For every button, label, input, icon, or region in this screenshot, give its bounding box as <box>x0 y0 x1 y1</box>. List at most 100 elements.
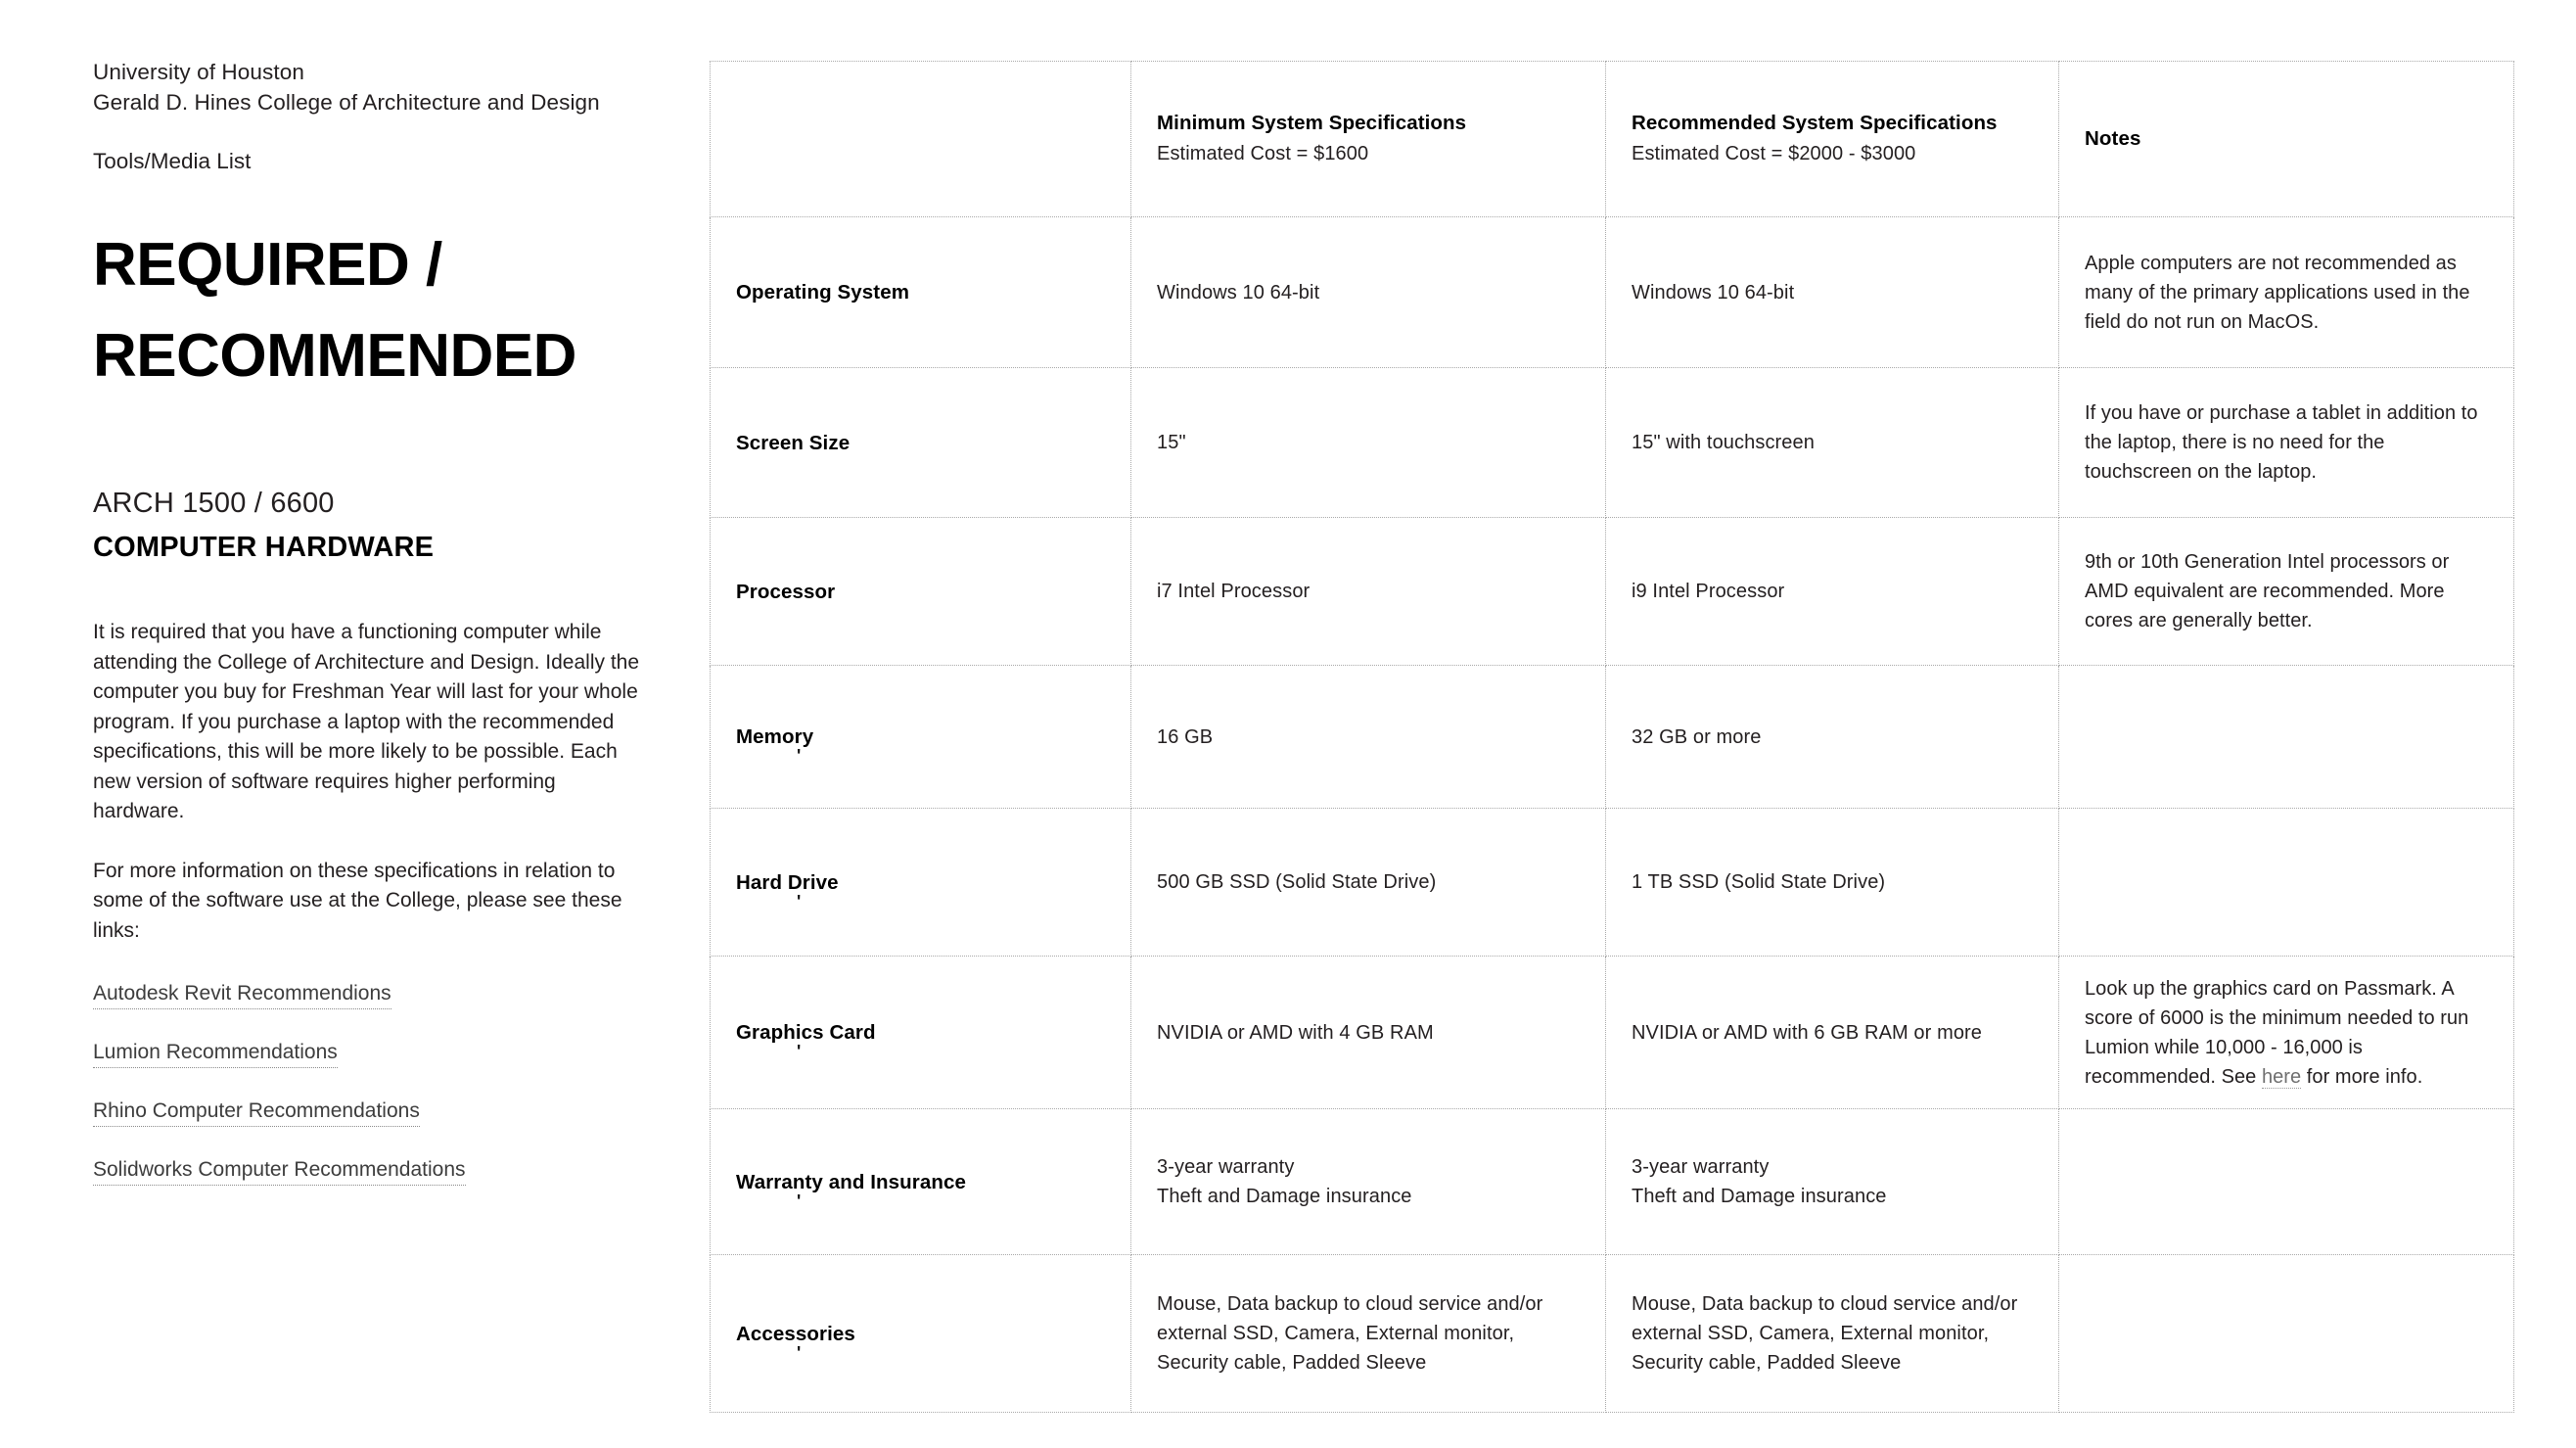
cell-notes-screen-size: If you have or purchase a tablet in addi… <box>2058 367 2514 518</box>
cell-minimum-graphics-card: NVIDIA or AMD with 4 GB RAM <box>1130 956 1606 1109</box>
page-title-line-1: REQUIRED / <box>93 231 442 299</box>
cell-value: Windows 10 64-bit <box>1157 281 1320 304</box>
note-text-after-link: for more info. <box>2301 1065 2423 1088</box>
header-recommended-cost: Estimated Cost = $2000 - $3000 <box>1632 143 1916 164</box>
cell-value: i7 Intel Processor <box>1157 581 1311 602</box>
cell-minimum-warranty-and-insurance: 3-year warranty Theft and Damage insuran… <box>1130 1108 1606 1255</box>
row-label-text: Hard Drive <box>736 870 839 894</box>
link-lumion-recommendations[interactable]: Lumion Recommendations <box>93 1038 338 1068</box>
cell-value: 3-year warranty Theft and Damage insuran… <box>1157 1156 1412 1207</box>
row-label-artifact: ' <box>797 891 802 911</box>
row-label-artifact: ' <box>797 746 802 766</box>
cell-notes-operating-system: Apple computers are not recommended as m… <box>2058 216 2514 368</box>
cell-recommended-hard-drive: 1 TB SSD (Solid State Drive) <box>1605 808 2059 957</box>
cell-value: 15" <box>1157 432 1186 453</box>
table-row: Graphics Card ' NVIDIA or AMD with 4 GB R… <box>710 956 2514 1109</box>
cell-note: If you have or purchase a tablet in addi… <box>2085 402 2478 483</box>
cell-notes-memory <box>2058 665 2514 809</box>
row-label-cell-graphics-card: Graphics Card ' <box>710 956 1131 1109</box>
cell-value: 1 TB SSD (Solid State Drive) <box>1632 871 1886 893</box>
row-label-text: Operating System <box>736 281 910 304</box>
cell-minimum-hard-drive: 500 GB SSD (Solid State Drive) <box>1130 808 1606 957</box>
row-label-cell-accessories: Accessories ' <box>710 1254 1131 1413</box>
cell-notes-processor: 9th or 10th Generation Intel processors … <box>2058 517 2514 666</box>
cell-value: 16 GB <box>1157 725 1214 748</box>
cell-recommended-processor: i9 Intel Processor <box>1605 517 2059 666</box>
tools-media-list-label: Tools/Media List <box>93 149 252 173</box>
cell-value: Windows 10 64-bit <box>1632 281 1795 304</box>
cell-recommended-warranty-and-insurance: 3-year warranty Theft and Damage insuran… <box>1605 1108 2059 1255</box>
row-label-cell-warranty-and-insurance: Warranty and Insurance ' <box>710 1108 1131 1255</box>
intro-paragraph: It is required that you have a functioni… <box>93 621 640 822</box>
cell-value: 15" with touchscreen <box>1632 432 1815 453</box>
row-label-cell-processor: Processor <box>710 517 1131 666</box>
cell-value: 3-year warranty Theft and Damage insuran… <box>1632 1156 1887 1207</box>
specifications-table: Minimum System Specifications Estimated … <box>710 61 2514 1413</box>
link-passmark-here[interactable]: here <box>2261 1065 2302 1089</box>
row-label-cell-screen-size: Screen Size <box>710 367 1131 518</box>
links-intro-paragraph: For more information on these specificat… <box>93 859 622 942</box>
header-minimum-cost: Estimated Cost = $1600 <box>1157 143 1369 164</box>
row-label-artifact: ' <box>797 1342 802 1363</box>
cell-value: 32 GB or more <box>1632 725 1762 748</box>
cell-notes-hard-drive <box>2058 808 2514 957</box>
cell-recommended-memory: 32 GB or more <box>1605 665 2059 809</box>
header-recommended-title: Recommended System Specifications <box>1632 112 1998 134</box>
row-label-text: Screen Size <box>736 431 851 454</box>
organization-line-1: University of Houston <box>93 60 304 84</box>
row-label-text: Graphics Card <box>736 1021 876 1044</box>
page-title: REQUIRED / RECOMMENDED <box>93 219 661 401</box>
cell-recommended-operating-system: Windows 10 64-bit <box>1605 216 2059 368</box>
course-name: COMPUTER HARDWARE <box>93 532 435 563</box>
header-notes-title: Notes <box>2085 127 2141 150</box>
cell-notes-graphics-card: Look up the graphics card on Passmark. A… <box>2058 956 2514 1109</box>
table-header-row: Minimum System Specifications Estimated … <box>710 61 2514 217</box>
row-label-artifact: ' <box>797 1042 802 1061</box>
cell-note: Apple computers are not recommended as m… <box>2085 252 2470 333</box>
cell-value: NVIDIA or AMD with 6 GB RAM or more <box>1632 1021 1983 1044</box>
cell-value: NVIDIA or AMD with 4 GB RAM <box>1157 1021 1434 1044</box>
row-label-text: Processor <box>736 580 836 603</box>
cell-minimum-accessories: Mouse, Data backup to cloud service and/… <box>1130 1254 1606 1413</box>
document-left-panel: University of Houston Gerald D. Hines Co… <box>93 57 661 1214</box>
link-solidworks-computer-recommendations[interactable]: Solidworks Computer Recommendations <box>93 1155 466 1186</box>
resource-links-list: Autodesk Revit Recommendions Lumion Reco… <box>93 979 661 1186</box>
cell-value: 500 GB SSD (Solid State Drive) <box>1157 871 1437 893</box>
table-row: Screen Size 15" 15" with touchscreen If … <box>710 367 2514 518</box>
header-cell-minimum: Minimum System Specifications Estimated … <box>1130 61 1606 217</box>
cell-recommended-accessories: Mouse, Data backup to cloud service and/… <box>1605 1254 2059 1413</box>
cell-value: i9 Intel Processor <box>1632 581 1785 602</box>
cell-value: Mouse, Data backup to cloud service and/… <box>1632 1293 2018 1374</box>
header-cell-blank <box>710 61 1131 217</box>
cell-recommended-screen-size: 15" with touchscreen <box>1605 367 2059 518</box>
header-cell-notes: Notes <box>2058 61 2514 217</box>
row-label-cell-memory: Memory ' <box>710 665 1131 809</box>
cell-note: Look up the graphics card on Passmark. A… <box>2085 974 2488 1092</box>
cell-notes-warranty-and-insurance <box>2058 1108 2514 1255</box>
specifications-table-container: Minimum System Specifications Estimated … <box>710 61 2514 1413</box>
row-label-text: Warranty and Insurance <box>736 1170 966 1193</box>
course-code: ARCH 1500 / 6600 <box>93 488 335 519</box>
header-minimum-title: Minimum System Specifications <box>1157 112 1467 134</box>
table-row: Operating System Windows 10 64-bit Windo… <box>710 216 2514 368</box>
page-title-line-2: RECOMMENDED <box>93 322 576 390</box>
cell-recommended-graphics-card: NVIDIA or AMD with 6 GB RAM or more <box>1605 956 2059 1109</box>
cell-value: Mouse, Data backup to cloud service and/… <box>1157 1293 1543 1374</box>
table-row: Accessories ' Mouse, Data backup to cloud… <box>710 1254 2514 1413</box>
row-label-text: Accessories <box>736 1322 855 1345</box>
cell-minimum-operating-system: Windows 10 64-bit <box>1130 216 1606 368</box>
row-label-text: Memory <box>736 725 814 748</box>
cell-minimum-memory: 16 GB <box>1130 665 1606 809</box>
row-label-cell-operating-system: Operating System <box>710 216 1131 368</box>
cell-note: 9th or 10th Generation Intel processors … <box>2085 551 2450 631</box>
organization-line-2: Gerald D. Hines College of Architecture … <box>93 90 600 115</box>
link-autodesk-revit-recommendations[interactable]: Autodesk Revit Recommendions <box>93 979 391 1009</box>
cell-notes-accessories <box>2058 1254 2514 1413</box>
header-cell-recommended: Recommended System Specifications Estima… <box>1605 61 2059 217</box>
link-rhino-computer-recommendations[interactable]: Rhino Computer Recommendations <box>93 1097 420 1127</box>
table-row: Processor i7 Intel Processor i9 Intel Pr… <box>710 517 2514 666</box>
row-label-cell-hard-drive: Hard Drive ' <box>710 808 1131 957</box>
cell-minimum-screen-size: 15" <box>1130 367 1606 518</box>
table-row: Warranty and Insurance ' 3-year warranty … <box>710 1108 2514 1255</box>
cell-minimum-processor: i7 Intel Processor <box>1130 517 1606 666</box>
